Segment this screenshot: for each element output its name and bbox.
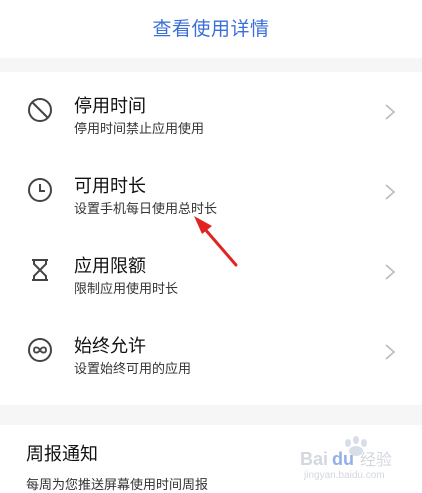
chevron-right-icon [384,183,396,201]
clock-icon [26,176,54,204]
section-divider [0,405,422,425]
setting-title: 应用限额 [74,256,146,277]
setting-row-always-allowed[interactable]: 始终允许 设置始终可用的应用 [0,312,422,392]
chevron-right-icon [384,103,396,121]
section-divider [0,58,422,72]
setting-subtitle: 停用时间禁止应用使用 [74,122,205,137]
infinity-icon [26,336,54,364]
view-usage-details-link[interactable]: 查看使用详情 [0,14,422,41]
chevron-right-icon [384,343,396,361]
block-icon [26,96,54,124]
setting-subtitle: 设置始终可用的应用 [74,362,192,377]
chevron-right-icon [384,263,396,281]
setting-title: 停用时间 [74,96,146,117]
setting-subtitle: 设置手机每日使用总时长 [74,202,218,217]
setting-row-screen-time-limit[interactable]: 可用时长 设置手机每日使用总时长 [0,152,422,232]
svg-text:du: du [332,449,354,469]
svg-text:经验: 经验 [360,450,392,469]
svg-text:Bai: Bai [300,449,328,469]
svg-text:jingyan.baidu.com: jingyan.baidu.com [303,470,385,481]
setting-subtitle: 限制应用使用时长 [74,282,179,297]
hourglass-icon [26,256,54,284]
setting-title: 始终允许 [74,336,146,357]
setting-row-app-limits[interactable]: 应用限额 限制应用使用时长 [0,232,422,312]
setting-row-downtime[interactable]: 停用时间 停用时间禁止应用使用 [0,72,422,152]
baidu-watermark: Bai du 经验 jingyan.baidu.com [296,435,414,481]
setting-title: 可用时长 [74,176,146,197]
